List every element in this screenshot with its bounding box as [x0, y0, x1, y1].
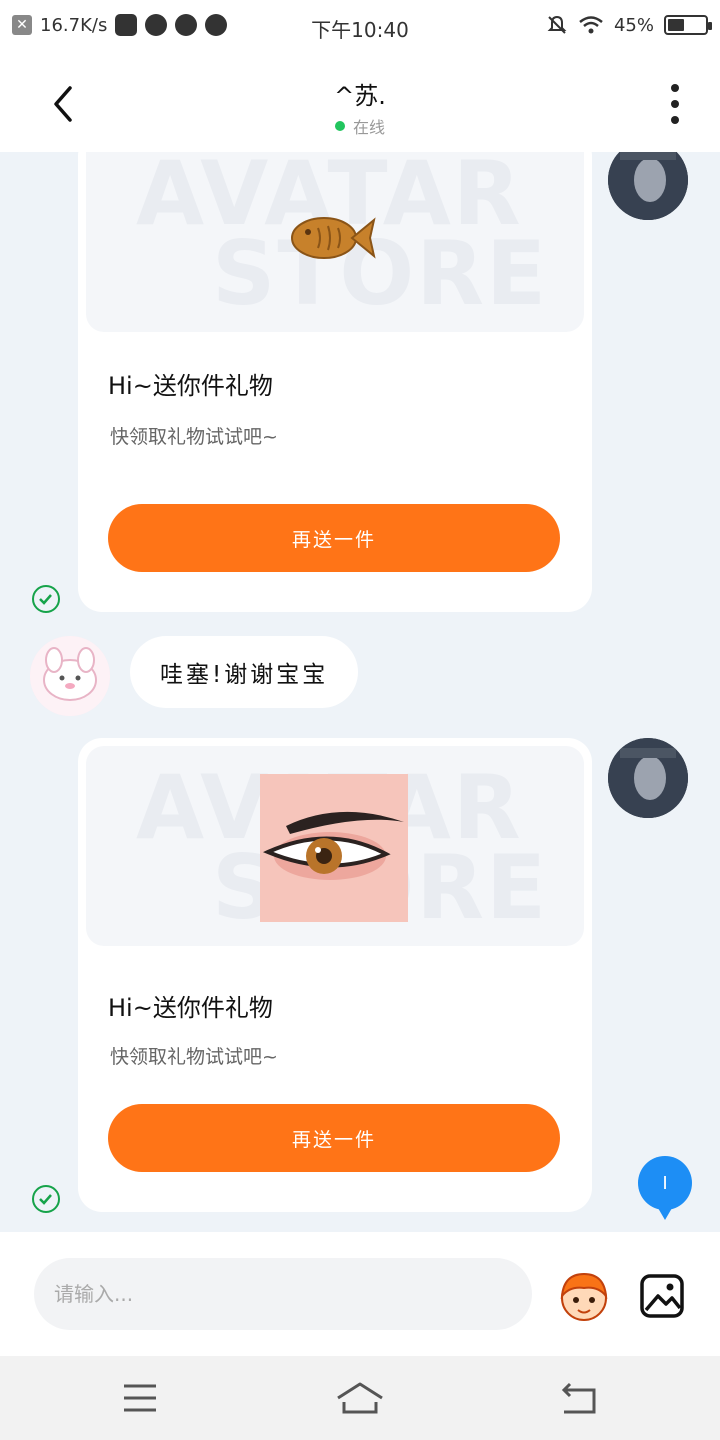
more-dot: [671, 100, 679, 108]
eye-makeup-icon: [260, 774, 408, 922]
my-avatar[interactable]: [608, 738, 688, 818]
more-dot: [671, 116, 679, 124]
gift-subtitle: 快领取礼物试试吧~: [110, 1046, 278, 1068]
image-button[interactable]: [638, 1272, 686, 1320]
gift-title: Hi~送你件礼物: [108, 372, 273, 400]
contact-avatar[interactable]: [30, 636, 110, 716]
checkmark-icon: [39, 1194, 52, 1205]
fab-label: I: [662, 1172, 668, 1194]
checkmark-icon: [39, 594, 52, 605]
image-icon: [640, 1274, 684, 1318]
battery-icon: [664, 15, 712, 35]
avatar-photo-icon: [608, 152, 688, 220]
home-icon: [337, 1382, 383, 1414]
menu-nav-button[interactable]: [110, 1378, 170, 1418]
read-check-icon: [32, 585, 60, 613]
status-bar: ✕ 16.7K/s 下午10:40 45%: [0, 0, 720, 56]
system-nav-bar: [0, 1356, 720, 1440]
status-right: 45%: [546, 14, 712, 36]
fish-cookie-icon: [291, 217, 376, 259]
battery-percent: 45%: [613, 14, 654, 36]
back-nav-button[interactable]: [550, 1378, 610, 1418]
message-bubble[interactable]: 哇塞!谢谢宝宝: [130, 636, 359, 708]
input-bar: [0, 1232, 720, 1356]
send-another-button[interactable]: 再送一件: [108, 1104, 560, 1172]
gift-preview[interactable]: AVATAR STORE: [86, 152, 584, 332]
gift-message-card: AVATAR STORE Hi~送你件礼物 快领取礼物试试吧~ 再送一件: [78, 152, 592, 612]
presence-label: 在线: [352, 118, 385, 137]
emoji-button[interactable]: [554, 1268, 614, 1324]
wifi-icon: [579, 16, 603, 34]
return-icon: [561, 1382, 596, 1414]
read-check-icon: [32, 1185, 60, 1213]
gift-subtitle: 快领取礼物试试吧~: [110, 426, 278, 448]
contact-name[interactable]: ^苏.: [0, 76, 720, 111]
more-button[interactable]: [660, 84, 690, 124]
cartoon-avatar-icon: [30, 636, 110, 716]
gift-preview[interactable]: AVATAR STORE: [86, 746, 584, 946]
menu-icon: [124, 1384, 156, 1412]
gift-message-card: AVATAR STORE Hi~送你件礼物 快领取礼物试试吧~ 再送一件: [78, 738, 592, 1212]
message-input[interactable]: [34, 1258, 532, 1330]
watermark-line: STORE: [212, 222, 549, 325]
chat-area[interactable]: AVATAR STORE Hi~送你件礼物 快领取礼物试试吧~ 再送一件 哇塞!…: [0, 152, 720, 1232]
presence-status: 在线: [0, 114, 720, 138]
avatar-photo-icon: [608, 738, 688, 818]
my-avatar[interactable]: [608, 152, 688, 220]
floating-chat-button[interactable]: I: [638, 1156, 692, 1220]
gift-title: Hi~送你件礼物: [108, 994, 273, 1022]
more-vertical-icon: [671, 84, 679, 92]
emoji-mascot-icon: [560, 1272, 608, 1321]
send-another-button[interactable]: 再送一件: [108, 504, 560, 572]
home-nav-button[interactable]: [330, 1378, 390, 1418]
battery-fill: [668, 19, 684, 31]
chat-header: ^苏. 在线: [0, 56, 720, 152]
mute-bell-icon: [547, 15, 567, 34]
online-dot: [334, 121, 345, 131]
